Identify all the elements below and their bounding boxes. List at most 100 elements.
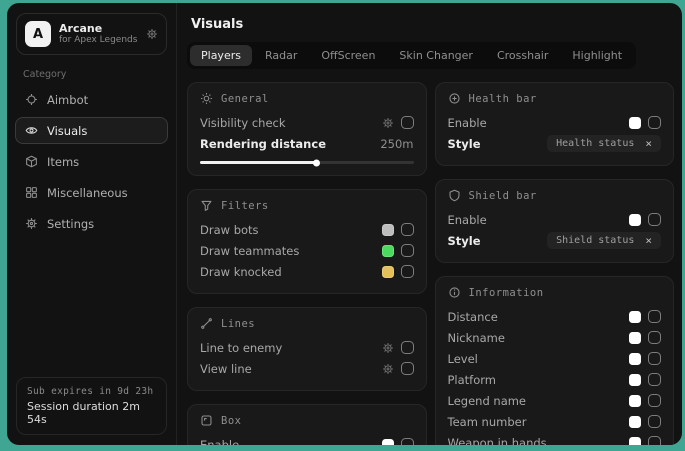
setting-label: Enable [448,213,487,227]
setting-label: Style [448,234,481,248]
setting-row: Line to enemy [200,337,414,358]
tab-crosshair[interactable]: Crosshair [486,45,559,66]
setting-label: Rendering distance [200,137,326,151]
level-checkbox[interactable] [648,352,661,365]
shield-style-select[interactable]: Shield status × [547,232,661,249]
close-icon[interactable]: × [645,138,652,149]
draw-bots-checkbox[interactable] [401,223,414,236]
sidebar-item-miscellaneous[interactable]: Miscellaneous [15,179,168,206]
card-box: Box Enable Enable background [187,404,427,445]
line-icon [200,317,213,330]
sidebar-item-settings[interactable]: Settings [15,210,168,237]
selected-option: Shield status [556,235,634,246]
setting-row: Style Health status × [448,133,662,154]
setting-label: Nickname [448,331,505,345]
category-label: Category [23,69,160,80]
color-swatch[interactable] [629,437,641,446]
tab-offscreen[interactable]: OffScreen [310,45,386,66]
gear-icon[interactable] [382,363,394,375]
color-swatch[interactable] [629,311,641,323]
color-swatch[interactable] [629,117,641,129]
info-icon [448,286,461,299]
team-number-checkbox[interactable] [648,415,661,428]
gear-icon[interactable] [382,117,394,129]
funnel-icon [200,199,213,212]
color-swatch[interactable] [629,374,641,386]
weapon-in-hands-checkbox[interactable] [648,436,661,445]
visibility-check-checkbox[interactable] [401,116,414,129]
draw-teammates-checkbox[interactable] [401,244,414,257]
page-title: Visuals [191,17,674,32]
tab-radar[interactable]: Radar [254,45,308,66]
line-to-enemy-checkbox[interactable] [401,341,414,354]
distance-checkbox[interactable] [648,310,661,323]
health-enable-checkbox[interactable] [648,116,661,129]
app-title: Arcane [59,22,138,36]
color-swatch[interactable] [629,214,641,226]
setting-label: Legend name [448,394,527,408]
sidebar-nav: Aimbot Visuals Items Miscellaneous Setti… [7,84,176,239]
card-general: General Visibility check Rendering dista… [187,82,427,176]
setting-row: Enable [448,112,662,133]
platform-checkbox[interactable] [648,373,661,386]
color-swatch[interactable] [629,332,641,344]
card-health-bar: Health bar Enable Style Health status [435,82,675,166]
setting-label: Draw bots [200,223,259,237]
setting-row: Nickname [448,327,662,348]
sidebar-item-label: Aimbot [47,93,88,107]
main-panel: Visuals Players Radar OffScreen Skin Cha… [177,3,682,445]
session-info: Sub expires in 9d 23h Session duration 2… [16,377,167,435]
setting-row: Style Shield status × [448,230,662,251]
rendering-distance-value: 250m [380,137,413,151]
slider-thumb[interactable] [313,159,320,166]
sidebar-item-visuals[interactable]: Visuals [15,117,168,144]
setting-row: Platform [448,369,662,390]
color-swatch[interactable] [382,245,394,257]
color-swatch[interactable] [629,416,641,428]
card-title: Filters [221,200,269,212]
card-lines: Lines Line to enemy View line [187,307,427,391]
gear-icon[interactable] [382,342,394,354]
nickname-checkbox[interactable] [648,331,661,344]
left-column: General Visibility check Rendering dista… [187,82,427,445]
draw-knocked-checkbox[interactable] [401,265,414,278]
color-swatch[interactable] [629,353,641,365]
setting-label: Enable [448,116,487,130]
rendering-distance-slider[interactable] [200,161,414,164]
app-subtitle: for Apex Legends [59,35,138,46]
shield-enable-checkbox[interactable] [648,213,661,226]
sub-expiry-text: Sub expires in 9d 23h [27,386,156,397]
color-swatch[interactable] [382,266,394,278]
sidebar-item-items[interactable]: Items [15,148,168,175]
box-icon [200,414,213,427]
setting-row: Distance [448,306,662,327]
setting-row: Weapon in hands [448,432,662,445]
view-line-checkbox[interactable] [401,362,414,375]
setting-label: Style [448,137,481,151]
setting-label: Distance [448,310,498,324]
close-icon[interactable]: × [645,235,652,246]
setting-row: View line [200,358,414,379]
setting-row: Legend name [448,390,662,411]
cube-icon [25,155,38,168]
sidebar-item-label: Settings [47,217,94,231]
sidebar-item-aimbot[interactable]: Aimbot [15,86,168,113]
legend-name-checkbox[interactable] [648,394,661,407]
shield-icon [448,189,461,202]
color-swatch[interactable] [382,439,394,446]
tab-players[interactable]: Players [190,45,252,66]
card-shield-bar: Shield bar Enable Style Shield status [435,179,675,263]
box-enable-checkbox[interactable] [401,438,414,445]
tab-highlight[interactable]: Highlight [561,45,633,66]
color-swatch[interactable] [382,224,394,236]
color-swatch[interactable] [629,395,641,407]
setting-label: Draw teammates [200,244,299,258]
card-title: Information [469,287,544,299]
tab-skin-changer[interactable]: Skin Changer [388,45,484,66]
sidebar-item-label: Visuals [47,124,87,138]
right-column: Health bar Enable Style Health status [435,82,675,445]
card-filters: Filters Draw bots Draw teammates [187,189,427,294]
session-duration-text: Session duration 2m 54s [27,400,156,426]
gear-icon[interactable] [146,28,158,40]
health-style-select[interactable]: Health status × [547,135,661,152]
